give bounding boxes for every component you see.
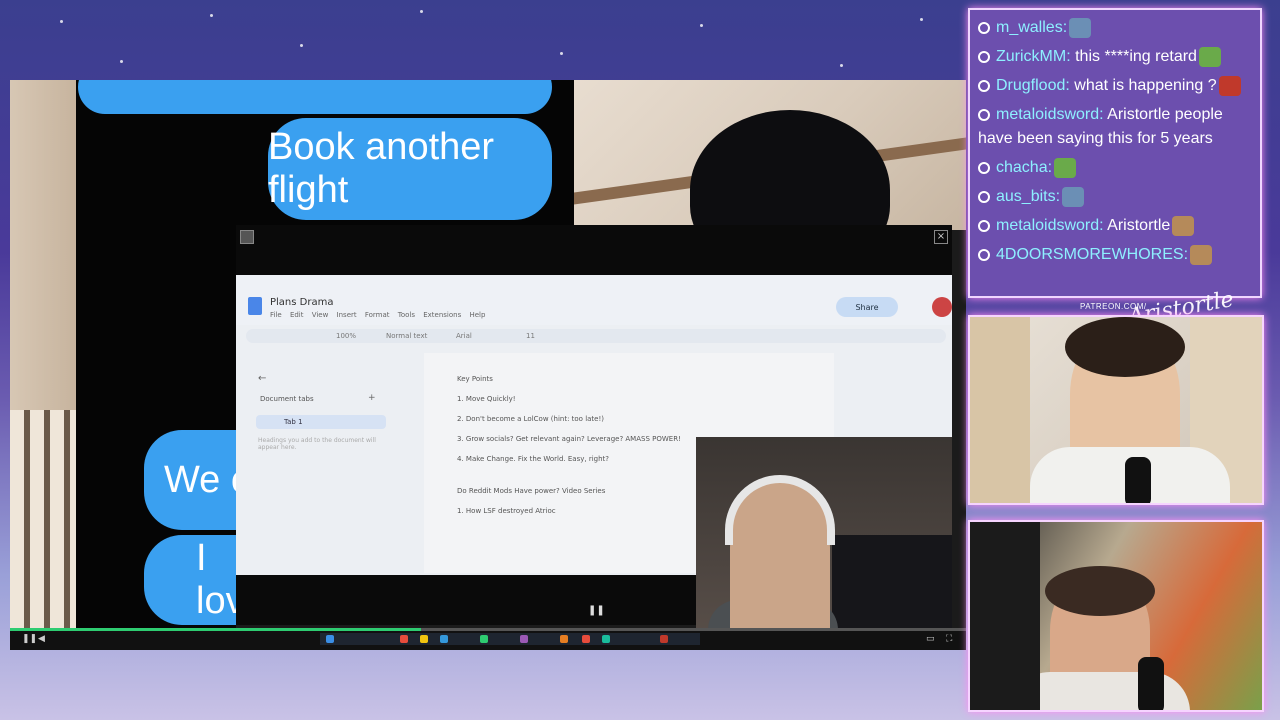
app-icon (520, 635, 528, 643)
streamer-hair (1065, 317, 1185, 377)
avatar-emote (1069, 17, 1092, 38)
badge-icon (978, 219, 990, 232)
badge-icon (978, 21, 990, 34)
chat-text: Aristortle (1103, 217, 1171, 234)
volume-icon[interactable]: ◀ (38, 634, 48, 644)
sidebar-hint: Headings you add to the document will ap… (258, 437, 376, 451)
main-video[interactable]: Book another flight We ca I love × Plans… (10, 80, 966, 650)
chat-username[interactable]: Drugflood: (996, 77, 1070, 94)
tab-1[interactable]: Tab 1 (256, 415, 386, 429)
progress-fill (10, 628, 422, 631)
back-arrow-icon[interactable]: ← (258, 373, 266, 384)
app-icon (480, 635, 488, 643)
chat-message: m_walles: (978, 16, 1252, 40)
app-icon (440, 635, 448, 643)
avatar[interactable] (932, 297, 952, 317)
face-emote (1190, 244, 1213, 265)
youtube-icon (582, 635, 590, 643)
webcam-2 (968, 520, 1264, 712)
doc-menu[interactable]: File Edit View Insert Format Tools Exten… (270, 311, 485, 319)
chat-username[interactable]: 4DOORSMOREWHORES: (996, 246, 1188, 263)
add-tab-icon[interactable]: + (368, 393, 376, 403)
chat-text: what is happening ? (1069, 77, 1217, 94)
pause-icon[interactable]: ❚❚ (588, 605, 605, 616)
doc-toolbar[interactable]: 100% Normal text Arial 11 (246, 329, 946, 343)
chat-message: chacha: (978, 156, 1252, 180)
docs-logo-icon (248, 297, 262, 315)
chat-message: ZurickMM: this ****ing retard (978, 45, 1252, 69)
avatar-emote (1062, 186, 1085, 207)
taskbar (320, 633, 700, 645)
microphone-icon (1138, 657, 1164, 710)
chat-message: aus_bits: (978, 185, 1252, 209)
doc-line: Do Reddit Mods Have power? Video Series (457, 487, 606, 495)
chat-username[interactable]: chacha: (996, 159, 1052, 176)
doc-line: 2. Don't become a LolCow (hint: too late… (457, 415, 605, 423)
chat-message: Drugflood: what is happening ? (978, 74, 1252, 98)
chat-message: metaloidsword: Aristortle people have be… (978, 103, 1252, 151)
app-icon (560, 635, 568, 643)
folder-icon (420, 635, 428, 643)
window-icon (240, 230, 254, 244)
microphone-icon (1125, 457, 1151, 503)
close-icon[interactable]: × (934, 230, 948, 244)
chat-message: metaloidsword: Aristortle (978, 214, 1252, 238)
play-pause-icon[interactable]: ❚❚ (22, 634, 37, 644)
chat-username[interactable]: metaloidsword: (996, 217, 1104, 234)
message-bubble-book: Book another flight (268, 118, 552, 220)
message-bubble-top (78, 80, 552, 114)
windows-icon (326, 635, 334, 643)
app-icon (660, 635, 668, 643)
sidebar-header: Document tabs (260, 395, 314, 403)
face-emote (1218, 75, 1241, 96)
app-icon (400, 635, 408, 643)
doc-line: 1. Move Quickly! (457, 395, 516, 403)
chat-username[interactable]: metaloidsword: (996, 106, 1104, 123)
badge-icon (978, 190, 990, 203)
badge-icon (978, 108, 990, 121)
webcam-1 (968, 315, 1264, 505)
doc-line: 4. Make Change. Fix the World. Easy, rig… (457, 455, 609, 463)
shelf (970, 317, 1030, 503)
badge-icon (978, 79, 990, 92)
badge-icon (978, 248, 990, 261)
style-select[interactable]: Normal text (386, 332, 427, 340)
chat-username[interactable]: aus_bits: (996, 188, 1060, 205)
badge-icon (978, 161, 990, 174)
doc-title[interactable]: Plans Drama (270, 297, 333, 308)
chat-panel: m_walles: ZurickMM: this ****ing retard Dr… (968, 8, 1262, 298)
doc-line: Key Points (457, 375, 493, 383)
chat-username[interactable]: m_walles: (996, 19, 1067, 36)
pepe-emote (1198, 46, 1221, 67)
fullscreen-icon[interactable]: ⛶ (946, 634, 956, 644)
share-button[interactable]: Share (836, 297, 898, 317)
shelf (970, 522, 1040, 710)
font-size-input[interactable]: 11 (526, 332, 535, 340)
chat-message: 4DOORSMOREWHORES: (978, 243, 1252, 267)
zoom-select[interactable]: 100% (336, 332, 356, 340)
doc-line: 1. How LSF destroyed Atrioc (457, 507, 556, 515)
chat-text: this ****ing retard (1070, 48, 1197, 65)
streamer-hair (1045, 566, 1155, 616)
font-select[interactable]: Arial (456, 332, 472, 340)
face-emote (1172, 215, 1195, 236)
badge-icon (978, 50, 990, 63)
wall-photos (10, 410, 76, 640)
doc-line: 3. Grow socials? Get relevant again? Lev… (457, 435, 681, 443)
chat-username[interactable]: ZurickMM: (996, 48, 1071, 65)
pepe-emote (1054, 157, 1077, 178)
settings-icon[interactable]: ▭ (926, 634, 936, 644)
app-icon (602, 635, 610, 643)
share-label: Share (855, 302, 879, 312)
